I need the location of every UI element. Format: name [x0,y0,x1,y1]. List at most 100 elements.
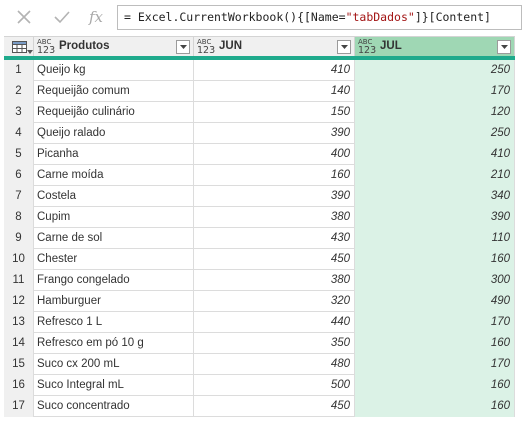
cell-produto[interactable]: Requeijão comum [34,81,194,102]
cell-jun[interactable]: 380 [194,270,355,291]
table-row: 17 Suco concentrado 450 160 [4,396,515,417]
cell-jul[interactable]: 410 [355,144,515,165]
formula-text-suffix: ]}[Content] [414,10,491,24]
row-number[interactable]: 15 [4,354,34,375]
table-row: 12 Hamburguer 320 490 [4,291,515,312]
cell-jun[interactable]: 380 [194,207,355,228]
cell-jun[interactable]: 430 [194,228,355,249]
row-number[interactable]: 1 [4,60,34,81]
cell-jul[interactable]: 160 [355,249,515,270]
cell-jul[interactable]: 170 [355,312,515,333]
table-row: 16 Suco Integral mL 500 160 [4,375,515,396]
cell-jul[interactable]: 120 [355,102,515,123]
row-number[interactable]: 16 [4,375,34,396]
cell-jul[interactable]: 210 [355,165,515,186]
cell-jul[interactable]: 250 [355,123,515,144]
cell-jun[interactable]: 390 [194,123,355,144]
row-number[interactable]: 6 [4,165,34,186]
cell-produto[interactable]: Frango congelado [34,270,194,291]
table-row: 6 Carne moída 160 210 [4,165,515,186]
formula-input[interactable]: = Excel.CurrentWorkbook(){[Name="tabDado… [117,5,522,30]
table-row: 8 Cupim 380 390 [4,207,515,228]
row-number[interactable]: 5 [4,144,34,165]
cell-jul[interactable]: 170 [355,81,515,102]
row-number[interactable]: 17 [4,396,34,417]
column-header-label: JUL [380,40,402,52]
column-header-produtos[interactable]: ABC 123 Produtos [34,36,194,56]
type-any-icon[interactable]: ABC 123 [37,39,55,56]
table-row: 10 Chester 450 160 [4,249,515,270]
cell-jul[interactable]: 110 [355,228,515,249]
cell-produto[interactable]: Picanha [34,144,194,165]
cell-jul[interactable]: 160 [355,396,515,417]
column-header-jul[interactable]: ABC 123 JUL [355,36,515,56]
cell-jul[interactable]: 250 [355,60,515,81]
cell-produto[interactable]: Queijo ralado [34,123,194,144]
table-row: 5 Picanha 400 410 [4,144,515,165]
cell-jul[interactable]: 390 [355,207,515,228]
row-number[interactable]: 10 [4,249,34,270]
cell-produto[interactable]: Requeijão culinário [34,102,194,123]
table-row: 4 Queijo ralado 390 250 [4,123,515,144]
row-number[interactable]: 12 [4,291,34,312]
cell-produto[interactable]: Queijo kg [34,60,194,81]
formula-bar: fx = Excel.CurrentWorkbook(){[Name="tabD… [0,0,524,34]
cell-jun[interactable]: 320 [194,291,355,312]
cell-jun[interactable]: 500 [194,375,355,396]
cell-produto[interactable]: Cupim [34,207,194,228]
row-number[interactable]: 4 [4,123,34,144]
cell-jun[interactable]: 450 [194,396,355,417]
cell-jun[interactable]: 150 [194,102,355,123]
confirm-check-icon[interactable] [51,6,73,28]
row-number[interactable]: 9 [4,228,34,249]
type-any-icon[interactable]: ABC 123 [358,39,376,56]
table-row: 15 Suco cx 200 mL 480 170 [4,354,515,375]
cell-jun[interactable]: 390 [194,186,355,207]
row-number[interactable]: 2 [4,81,34,102]
cell-jun[interactable]: 350 [194,333,355,354]
cell-produto[interactable]: Suco concentrado [34,396,194,417]
table-corner[interactable] [4,36,34,56]
cell-jun[interactable]: 450 [194,249,355,270]
cell-jun[interactable]: 410 [194,60,355,81]
cell-jun[interactable]: 480 [194,354,355,375]
type-any-icon[interactable]: ABC 123 [197,39,215,56]
cell-produto[interactable]: Carne moída [34,165,194,186]
cell-jul[interactable]: 490 [355,291,515,312]
formula-text-string: "tabDados" [345,10,415,24]
cell-produto[interactable]: Costela [34,186,194,207]
row-number[interactable]: 14 [4,333,34,354]
cell-produto[interactable]: Suco Integral mL [34,375,194,396]
column-header-jun[interactable]: ABC 123 JUN [194,36,355,56]
cell-jun[interactable]: 140 [194,81,355,102]
row-number[interactable]: 3 [4,102,34,123]
cell-jun[interactable]: 400 [194,144,355,165]
cell-produto[interactable]: Hamburguer [34,291,194,312]
cell-jun[interactable]: 160 [194,165,355,186]
column-filter-dropdown-icon[interactable] [176,40,190,54]
cell-jul[interactable]: 340 [355,186,515,207]
row-number[interactable]: 13 [4,312,34,333]
cell-produto[interactable]: Carne de sol [34,228,194,249]
cell-produto[interactable]: Chester [34,249,194,270]
cell-jul[interactable]: 170 [355,354,515,375]
cell-jul[interactable]: 160 [355,375,515,396]
cancel-x-icon[interactable] [13,6,35,28]
column-filter-dropdown-icon[interactable] [497,40,511,54]
cell-produto[interactable]: Suco cx 200 mL [34,354,194,375]
row-number[interactable]: 8 [4,207,34,228]
row-number[interactable]: 7 [4,186,34,207]
cell-produto[interactable]: Refresco 1 L [34,312,194,333]
cell-jul[interactable]: 300 [355,270,515,291]
table-row: 13 Refresco 1 L 440 170 [4,312,515,333]
table-icon[interactable] [12,41,27,56]
cell-produto[interactable]: Refresco em pó 10 g [34,333,194,354]
table-row: 3 Requeijão culinário 150 120 [4,102,515,123]
fx-icon[interactable]: fx [85,6,107,28]
formula-bar-actions: fx [0,0,116,34]
cell-jul[interactable]: 160 [355,333,515,354]
cell-jun[interactable]: 440 [194,312,355,333]
row-number[interactable]: 11 [4,270,34,291]
column-filter-dropdown-icon[interactable] [337,40,351,54]
table-row: 9 Carne de sol 430 110 [4,228,515,249]
